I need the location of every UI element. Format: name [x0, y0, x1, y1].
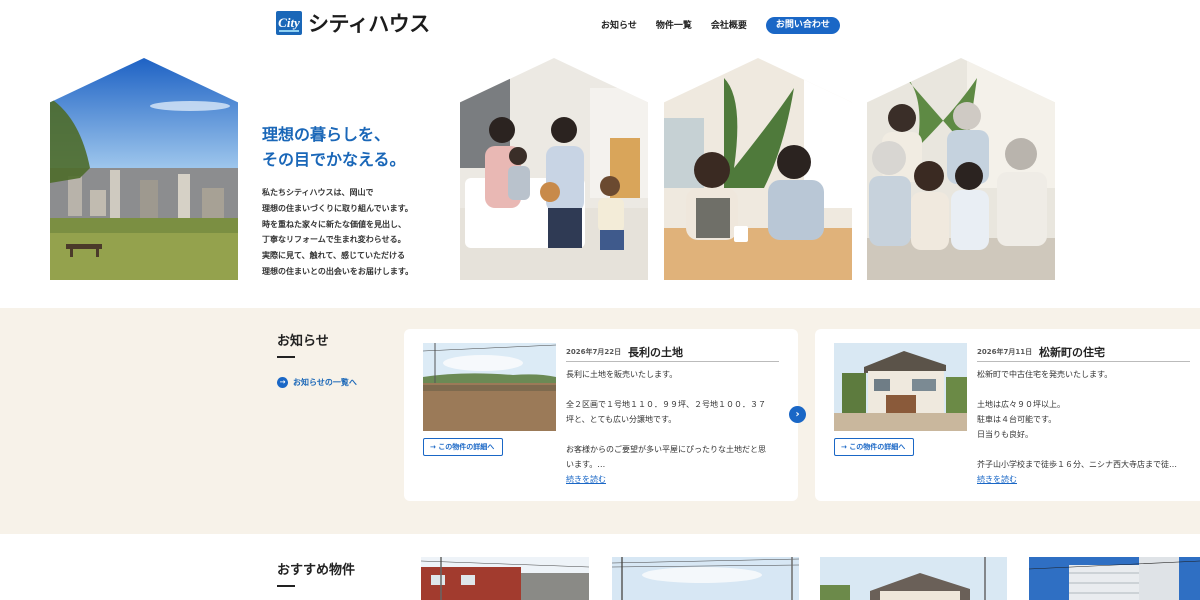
- recommended-property-photo[interactable]: [820, 557, 1007, 600]
- news-section-title: お知らせ: [277, 334, 329, 349]
- news-card-body-line: 坪と、とても広い分譲地です。: [566, 415, 677, 424]
- hero-description-line: 理想の住まいとの出会いをお届けします。: [262, 266, 414, 276]
- hero-title: 理想の暮らしを、 その目でかなえる。: [262, 122, 406, 172]
- chevron-right-icon[interactable]: ›: [789, 406, 806, 423]
- nav-properties[interactable]: 物件一覧: [656, 18, 692, 34]
- site-logo[interactable]: City シティハウス: [276, 8, 430, 38]
- contact-button[interactable]: お問い合わせ: [765, 17, 840, 34]
- recommended-property-photo[interactable]: [1029, 557, 1200, 600]
- news-list-link-label: お知らせの一覧へ: [293, 378, 357, 387]
- hero-title-line: その目でかなえる。: [262, 150, 406, 169]
- news-card-body-line: 芥子山小学校まで徒歩１６分、ニシナ西大寺店まで徒…: [977, 460, 1177, 469]
- news-card-body-line: [566, 427, 766, 442]
- news-card-date: 2026年7月11日: [977, 348, 1033, 356]
- recommended-property-photo[interactable]: [612, 557, 799, 600]
- news-card: → この物件の詳細へ 2026年7月11日 松新町の住宅 松新町で中古住宅を発売…: [815, 329, 1200, 501]
- section-title-underline: [277, 585, 295, 587]
- read-more-link[interactable]: 続きを読む: [977, 474, 1017, 485]
- hero-couple-image: [664, 58, 852, 280]
- news-card-body-line: [977, 382, 1177, 397]
- news-card: → この物件の詳細へ 2026年7月22日 長利の土地 長利に土地を販売いたしま…: [404, 329, 798, 501]
- news-card-body-line: お客様からのご要望が多い平屋にぴったりな土地だと思: [566, 445, 766, 454]
- news-card-divider: [977, 361, 1190, 362]
- logo-text: シティハウス: [308, 12, 430, 36]
- news-card-body-line: 長利に土地を販売いたします。: [566, 370, 678, 379]
- hero-description-line: 私たちシティハウスは、岡山で: [262, 188, 374, 197]
- news-card-body-line: [977, 442, 1177, 457]
- page: City シティハウス お知らせ 物件一覧 会社概要 お問い合わせ 理想の暮らし…: [0, 0, 1200, 600]
- news-card-body: 松新町で中古住宅を発売いたします。 土地は広々９０坪以上。 駐車は４台可能です。…: [977, 367, 1177, 472]
- news-card-body-line: います。…: [566, 460, 606, 469]
- main-nav: お知らせ 物件一覧 会社概要 お問い合わせ: [601, 17, 859, 34]
- news-card-divider: [566, 361, 779, 362]
- arrow-right-icon: →: [277, 377, 288, 388]
- news-card-body-line: 松新町で中古住宅を発売いたします。: [977, 370, 1113, 379]
- property-detail-button[interactable]: → この物件の詳細へ: [423, 438, 504, 456]
- news-card-body: 長利に土地を販売いたします。 全２区画で１号地１１０．９９坪、２号地１００．３７…: [566, 367, 766, 472]
- news-card-photo[interactable]: [834, 343, 967, 431]
- hero-grandparents-image: [867, 58, 1055, 280]
- news-card-title[interactable]: 松新町の住宅: [1039, 344, 1105, 360]
- recommended-section-title: おすすめ物件: [277, 563, 356, 578]
- news-card-photo[interactable]: [423, 343, 556, 431]
- site-header: City シティハウス お知らせ 物件一覧 会社概要 お問い合わせ: [0, 0, 1200, 48]
- hero-description-line: 時を重ねた家々に新たな価値を見出し、: [262, 219, 406, 229]
- city-logo-mark: City: [276, 11, 302, 35]
- hero-description-line: 実際に見て、触れて、感じていただける: [262, 251, 405, 261]
- nav-news[interactable]: お知らせ: [601, 18, 637, 34]
- nav-company[interactable]: 会社概要: [711, 18, 747, 34]
- news-card-body-line: 全２区画で１号地１１０．９９坪、２号地１００．３７: [566, 400, 766, 409]
- news-list-link[interactable]: → お知らせの一覧へ: [277, 377, 357, 388]
- hero-title-line: 理想の暮らしを、: [262, 125, 391, 144]
- news-card-body-line: 駐車は４台可能です。: [977, 415, 1057, 424]
- read-more-link[interactable]: 続きを読む: [566, 474, 606, 485]
- news-card-body-line: [566, 382, 766, 397]
- section-title-underline: [277, 356, 295, 358]
- property-detail-button[interactable]: → この物件の詳細へ: [834, 438, 915, 456]
- news-card-date: 2026年7月22日: [566, 348, 622, 356]
- recommended-property-photo[interactable]: [421, 557, 589, 600]
- hero-description-line: 理想の住まいづくりに取り組んでいます。: [262, 203, 413, 213]
- hero-description-line: 丁寧なリフォームで生まれ変わらせる。: [262, 235, 406, 245]
- hero-cityscape-image: [50, 58, 238, 280]
- news-card-title[interactable]: 長利の土地: [628, 344, 683, 360]
- news-card-body-line: 日当りも良好。: [977, 430, 1033, 439]
- news-card-body-line: 土地は広々９０坪以上。: [977, 400, 1065, 409]
- hero-description: 私たちシティハウスは、岡山で 理想の住まいづくりに取り組んでいます。 時を重ねた…: [262, 185, 413, 280]
- hero-family-image: [460, 58, 648, 280]
